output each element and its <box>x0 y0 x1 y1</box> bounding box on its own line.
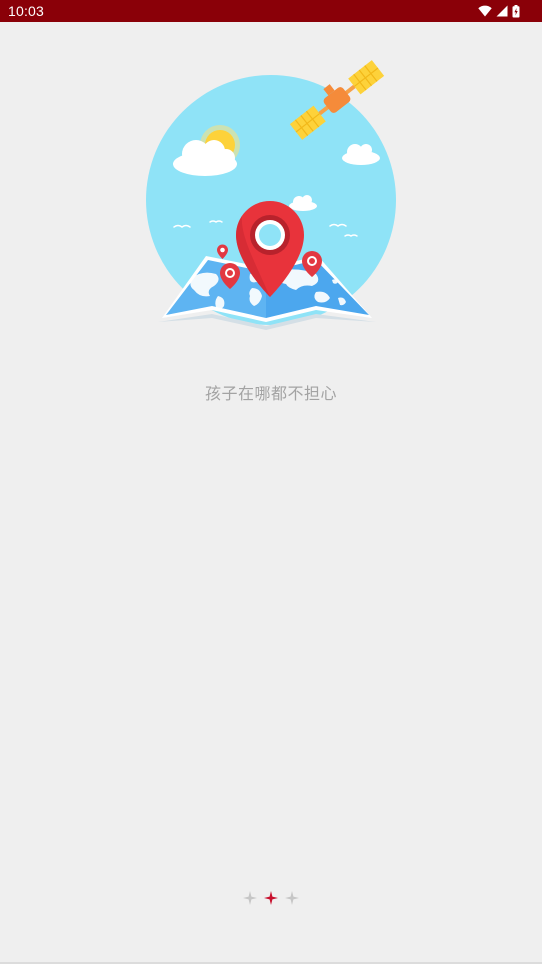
status-icons <box>478 4 520 18</box>
battery-charging-icon <box>512 4 520 18</box>
cellular-signal-icon <box>496 5 508 17</box>
status-bar: 10:03 <box>0 0 542 22</box>
page-indicator-dot-2-active[interactable] <box>264 891 279 906</box>
map-location-illustration <box>140 60 402 340</box>
page-indicator <box>0 888 542 908</box>
onboarding-slogan: 孩子在哪都不担心 <box>204 384 337 403</box>
page-indicator-dot-3[interactable] <box>285 891 300 906</box>
page-indicator-dot-1[interactable] <box>243 891 258 906</box>
status-time: 10:03 <box>8 3 45 19</box>
wifi-icon <box>478 5 492 17</box>
